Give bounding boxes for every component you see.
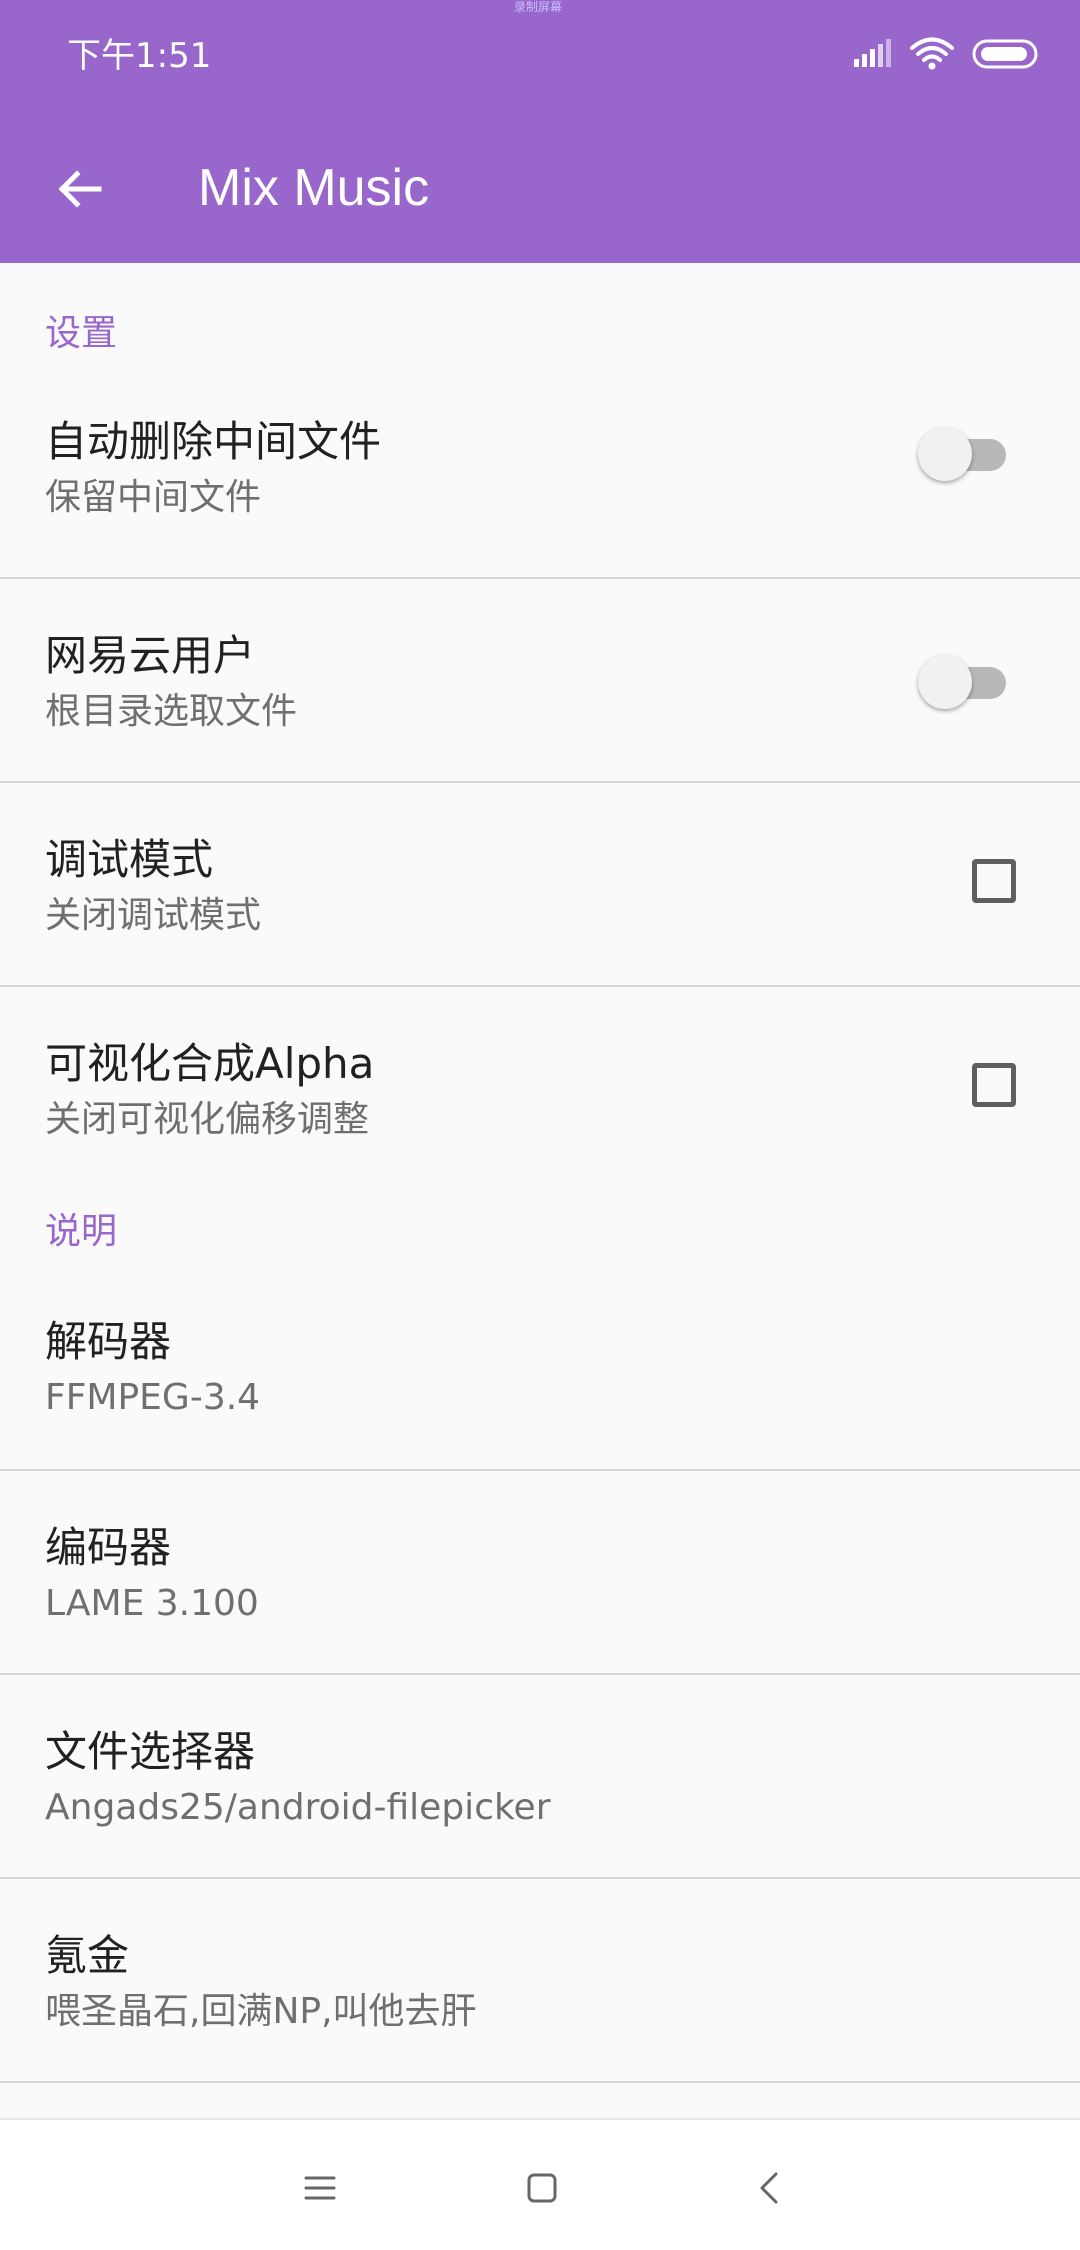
pref-summary: 根目录选取文件 — [45, 691, 298, 732]
signal-icon — [852, 39, 892, 73]
pref-title: 解码器 — [45, 1317, 172, 1366]
pref-title: 文件选择器 — [45, 1727, 256, 1776]
menu-icon — [304, 2176, 336, 2200]
pref-visual-alpha[interactable]: 可视化合成Alpha 关闭可视化偏移调整 — [0, 987, 1080, 1189]
pref-summary: 关闭可视化偏移调整 — [45, 1099, 370, 1140]
pref-auto-delete-intermediate[interactable]: 自动删除中间文件 保留中间文件 — [0, 375, 1080, 579]
debug-mode-checkbox[interactable] — [972, 859, 1016, 903]
pref-summary: FFMPEG-3.4 — [45, 1377, 261, 1418]
screen-record-note: 录制屏幕 — [514, 0, 563, 14]
pref-title: 自动删除中间文件 — [45, 417, 382, 466]
app-title: Mix Music — [198, 159, 430, 217]
nav-back-button[interactable] — [730, 2148, 810, 2228]
pref-summary: 保留中间文件 — [45, 477, 262, 518]
section-title: 说明 — [45, 1211, 118, 1252]
section-header-settings: 设置 — [0, 263, 1080, 375]
pref-encoder[interactable]: 编码器 LAME 3.100 — [0, 1471, 1080, 1675]
visual-alpha-checkbox[interactable] — [972, 1063, 1016, 1107]
pref-title: 网易云用户 — [45, 631, 256, 680]
auto-delete-switch[interactable] — [918, 427, 1006, 481]
pref-title: 调试模式 — [45, 835, 214, 884]
app-bar: Mix Music — [0, 115, 1080, 263]
back-icon — [760, 2172, 778, 2204]
switch-thumb — [918, 655, 972, 709]
status-bar: 录制屏幕 下午1:51 — [0, 0, 1080, 115]
pref-title: 编码器 — [45, 1523, 172, 1572]
netease-user-switch[interactable] — [918, 655, 1006, 709]
battery-icon — [972, 38, 1042, 74]
pref-summary: 关闭调试模式 — [45, 895, 262, 936]
preferences-list: 设置 自动删除中间文件 保留中间文件 网易云用户 根目录选取文件 调试模式 关闭… — [0, 263, 1080, 2083]
pref-decoder[interactable]: 解码器 FFMPEG-3.4 — [0, 1289, 1080, 1471]
pref-debug-mode[interactable]: 调试模式 关闭调试模式 — [0, 783, 1080, 987]
section-header-about: 说明 — [0, 1189, 1080, 1289]
pref-summary: 喂圣晶石,回满NP,叫他去肝 — [45, 1991, 477, 2032]
status-icons — [852, 36, 1042, 76]
arrow-left-icon — [58, 170, 102, 208]
pref-krypton[interactable]: 氪金 喂圣晶石,回满NP,叫他去肝 — [0, 1879, 1080, 2083]
pref-netease-user[interactable]: 网易云用户 根目录选取文件 — [0, 579, 1080, 783]
recents-button[interactable] — [280, 2148, 360, 2228]
back-button[interactable] — [40, 149, 120, 229]
pref-title: 可视化合成Alpha — [45, 1039, 375, 1088]
home-button[interactable] — [502, 2148, 582, 2228]
pref-summary: LAME 3.100 — [45, 1583, 259, 1624]
wifi-icon — [910, 37, 954, 75]
navigation-bar — [0, 2118, 1080, 2250]
pref-file-picker[interactable]: 文件选择器 Angads25/android-filepicker — [0, 1675, 1080, 1879]
status-time: 下午1:51 — [67, 36, 212, 76]
home-icon — [527, 2173, 557, 2203]
pref-summary: Angads25/android-filepicker — [45, 1787, 551, 1828]
section-title: 设置 — [45, 313, 118, 354]
pref-title: 氪金 — [45, 1931, 130, 1980]
switch-thumb — [918, 427, 972, 481]
